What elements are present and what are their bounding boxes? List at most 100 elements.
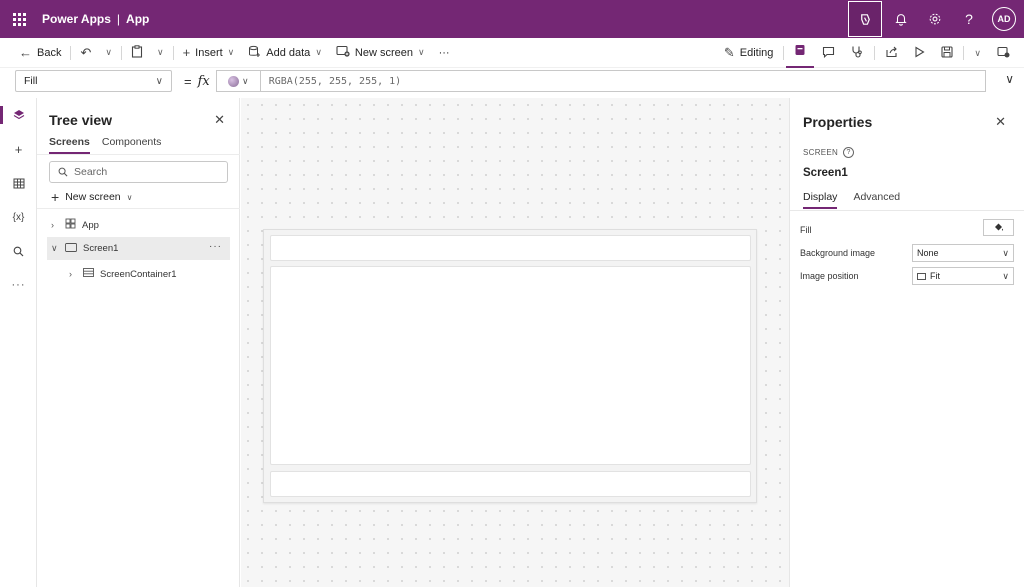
tree-view-icon[interactable] — [0, 98, 37, 132]
chevron-down-icon: ∨ — [105, 47, 112, 57]
fill-color-button[interactable] — [983, 219, 1014, 236]
chevron-right-icon[interactable]: › — [69, 269, 77, 279]
panel-title: Properties — [803, 114, 873, 130]
properties-tabs: Display Advanced — [803, 191, 900, 209]
back-label: Back — [37, 46, 62, 59]
divider — [37, 208, 240, 209]
app-launcher-icon[interactable] — [0, 0, 38, 38]
chevron-down-icon: ∨ — [1002, 247, 1009, 258]
property-dropdown[interactable]: Fill ∨ — [15, 70, 172, 92]
editing-label: Editing — [739, 47, 774, 59]
formula-text[interactable]: RGBA(255, 255, 255, 1) — [261, 76, 401, 87]
expand-formula-icon[interactable]: ∨ — [1005, 72, 1014, 86]
color-picker-button[interactable]: ∨ — [217, 71, 261, 91]
tree-node-app[interactable]: › App — [51, 218, 99, 232]
control-name[interactable]: Screen1 — [803, 167, 848, 179]
avatar[interactable]: AD — [992, 7, 1016, 31]
formula-input[interactable]: ∨ RGBA(255, 255, 255, 1) — [215, 70, 986, 92]
publish-button[interactable] — [989, 38, 1018, 68]
chevron-right-icon[interactable]: › — [51, 220, 59, 230]
app-name: App — [126, 12, 150, 26]
header-container[interactable] — [270, 235, 751, 261]
bell-icon[interactable] — [884, 0, 918, 38]
control-type: SCREEN ? — [803, 147, 855, 158]
design-canvas[interactable] — [241, 98, 789, 587]
search-input[interactable]: Search — [49, 161, 228, 183]
tab-components[interactable]: Components — [102, 136, 162, 154]
image-position-dropdown[interactable]: Fit ∨ — [912, 267, 1014, 285]
help-icon[interactable]: ? — [952, 0, 986, 38]
play-icon — [914, 46, 925, 61]
command-bar: ← Back ↶ ∨ ∨ + Insert ∨ Add data ∨ New s… — [0, 38, 1024, 68]
close-icon[interactable]: ✕ — [214, 112, 225, 128]
screen-preview[interactable] — [263, 229, 757, 503]
chevron-down-icon: ∨ — [417, 47, 425, 57]
add-data-button[interactable]: Add data ∨ — [241, 38, 329, 68]
title-separator: | — [116, 12, 121, 26]
divider — [790, 210, 1024, 211]
more-options-icon[interactable]: ··· — [209, 241, 222, 252]
publish-icon — [997, 46, 1010, 61]
divider — [120, 45, 122, 60]
background-image-dropdown[interactable]: None ∨ — [912, 244, 1014, 262]
undo-menu-button[interactable]: ∨ — [98, 38, 119, 68]
data-icon[interactable] — [0, 166, 37, 200]
tree-node-screen1[interactable]: ∨ Screen1 ··· — [47, 237, 230, 260]
variables-icon[interactable]: {x} — [0, 200, 37, 234]
new-screen-button[interactable]: + New screen ∨ — [51, 189, 133, 205]
container-icon — [83, 268, 94, 280]
close-icon[interactable]: ✕ — [995, 114, 1006, 130]
clipboard-icon — [131, 44, 143, 61]
footer-container[interactable] — [270, 471, 751, 497]
left-rail: + {x} ··· — [0, 98, 37, 587]
new-screen-button[interactable]: New screen ∨ — [329, 38, 432, 68]
tab-screens[interactable]: Screens — [49, 136, 90, 154]
node-label: Screen1 — [83, 243, 119, 254]
back-button[interactable]: ← Back — [12, 38, 68, 68]
plus-icon: + — [182, 45, 191, 60]
property-value: Fill — [24, 75, 38, 87]
share-button[interactable] — [877, 38, 906, 68]
tab-display[interactable]: Display — [803, 191, 838, 209]
undo-icon: ↶ — [80, 44, 92, 60]
tab-advanced[interactable]: Advanced — [853, 191, 900, 209]
image-position-value: Fit — [930, 271, 940, 281]
paste-button[interactable] — [124, 38, 150, 68]
gear-icon[interactable] — [918, 0, 952, 38]
pencil-icon: ✎ — [723, 45, 735, 60]
editing-indicator[interactable]: ✎ Editing — [716, 38, 782, 68]
monitor-button[interactable] — [843, 38, 872, 68]
chevron-down-icon[interactable]: ∨ — [51, 243, 59, 254]
paste-menu-button[interactable]: ∨ — [150, 38, 171, 68]
screen-icon — [65, 242, 77, 255]
chevron-down-icon: ∨ — [974, 47, 981, 58]
search-icon[interactable] — [0, 234, 37, 268]
tree-node-screencontainer1[interactable]: › ScreenContainer1 — [69, 268, 177, 280]
more-icon[interactable]: ··· — [0, 268, 37, 302]
add-data-label: Add data — [266, 46, 311, 59]
undo-button[interactable]: ↶ — [73, 38, 98, 68]
preview-button[interactable] — [906, 38, 933, 68]
chevron-down-icon: ∨ — [126, 192, 133, 202]
share-icon — [885, 46, 898, 61]
save-button[interactable] — [933, 38, 961, 68]
more-commands-button[interactable]: ··· — [432, 38, 457, 68]
divider — [70, 45, 72, 60]
app-checker-button[interactable] — [786, 38, 815, 68]
app-header: Power Apps | App ? AD — [0, 0, 1024, 38]
divider — [874, 46, 876, 60]
insert-icon[interactable]: + — [0, 132, 37, 166]
save-menu-button[interactable]: ∨ — [966, 38, 989, 68]
equals-sign: = — [184, 73, 192, 89]
copilot-icon[interactable] — [848, 1, 882, 37]
chevron-down-icon: ∨ — [315, 47, 322, 57]
image-position-label: Image position — [800, 271, 859, 281]
main-container[interactable] — [270, 266, 751, 465]
properties-panel: Properties ✕ SCREEN ? Screen1 Display Ad… — [789, 98, 1024, 587]
help-icon[interactable]: ? — [843, 147, 855, 158]
fx-icon[interactable]: fx — [198, 74, 210, 89]
comments-button[interactable] — [814, 38, 843, 68]
chevron-down-icon: ∨ — [227, 47, 235, 57]
chevron-down-icon: ∨ — [155, 75, 163, 87]
insert-button[interactable]: + Insert ∨ — [176, 38, 242, 68]
